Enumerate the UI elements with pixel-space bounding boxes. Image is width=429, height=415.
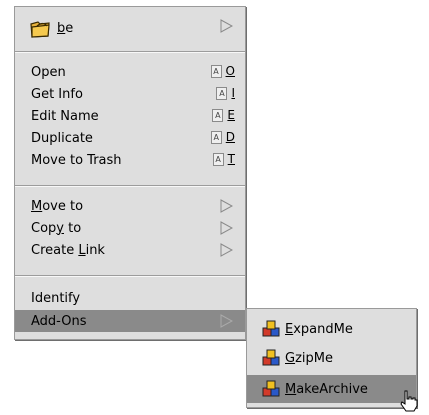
menu-item-edit-name[interactable]: Edit Name A E xyxy=(15,105,245,127)
menu-item-label: Add-Ons xyxy=(31,313,87,329)
menu-item-copy-to[interactable]: Copy to xyxy=(15,217,245,239)
menu-item-label: Move to Trash xyxy=(31,152,122,168)
shortcut: A I xyxy=(216,86,235,100)
shortcut: A T xyxy=(212,152,235,166)
submenu-item-label: GzipMe xyxy=(285,350,333,366)
submenu-item-gzipme[interactable]: GzipMe xyxy=(247,344,416,372)
submenu-arrow-icon xyxy=(220,221,233,235)
shortcut: A O xyxy=(210,64,235,78)
menu-item-label: Move to xyxy=(31,198,84,214)
shortcut-key: D xyxy=(225,130,235,144)
submenu-item-label: MakeArchive xyxy=(285,381,368,397)
submenu-arrow-icon xyxy=(220,19,233,33)
separator xyxy=(15,51,245,53)
menu-item-label: Edit Name xyxy=(31,108,99,124)
submenu-arrow-icon xyxy=(220,243,233,257)
menu-item-get-info[interactable]: Get Info A I xyxy=(15,83,245,105)
separator xyxy=(15,275,245,277)
shortcut: A D xyxy=(210,130,235,144)
command-key-icon: A xyxy=(212,108,224,122)
submenu-arrow-icon xyxy=(220,314,233,328)
menu-header-item[interactable]: be xyxy=(15,15,245,41)
menu-item-label: Create Link xyxy=(31,242,105,258)
menu-item-label: Open xyxy=(31,64,66,80)
shortcut: A E xyxy=(212,108,235,122)
hand-cursor-icon xyxy=(400,390,418,412)
command-key-icon: A xyxy=(212,152,224,166)
menu-header-label: be xyxy=(57,20,74,36)
add-on-icon xyxy=(261,379,281,399)
menu-item-label: Get Info xyxy=(31,86,83,102)
menu-item-label: Copy to xyxy=(31,220,82,236)
shortcut-key: E xyxy=(227,108,235,122)
menu-item-duplicate[interactable]: Duplicate A D xyxy=(15,127,245,149)
command-key-icon: A xyxy=(216,86,228,100)
submenu-item-label: ExpandMe xyxy=(285,321,353,337)
menu-item-create-link[interactable]: Create Link xyxy=(15,239,245,261)
menu-item-move-to[interactable]: Move to xyxy=(15,195,245,217)
folder-icon xyxy=(29,17,51,39)
menu-item-move-to-trash[interactable]: Move to Trash A T xyxy=(15,149,245,171)
context-menu: be Open A O Get Info A I Edit Name A E D… xyxy=(14,6,246,340)
menu-item-label: Identify xyxy=(31,290,81,306)
submenu-item-makearchive[interactable]: MakeArchive xyxy=(247,375,416,403)
submenu-arrow-icon xyxy=(220,199,233,213)
shortcut-key: I xyxy=(231,86,235,100)
menu-item-identify[interactable]: Identify xyxy=(15,287,245,309)
submenu-item-expandme[interactable]: ExpandMe xyxy=(247,315,416,343)
separator xyxy=(15,185,245,187)
add-ons-submenu: ExpandMe GzipMe MakeArchive xyxy=(246,308,417,408)
menu-item-label: Duplicate xyxy=(31,130,93,146)
add-on-icon xyxy=(261,348,281,368)
add-on-icon xyxy=(261,319,281,339)
shortcut-key: T xyxy=(227,152,235,166)
shortcut-key: O xyxy=(225,64,235,78)
menu-item-add-ons[interactable]: Add-Ons xyxy=(15,310,245,332)
menu-item-open[interactable]: Open A O xyxy=(15,61,245,83)
command-key-icon: A xyxy=(210,64,222,78)
command-key-icon: A xyxy=(210,130,222,144)
